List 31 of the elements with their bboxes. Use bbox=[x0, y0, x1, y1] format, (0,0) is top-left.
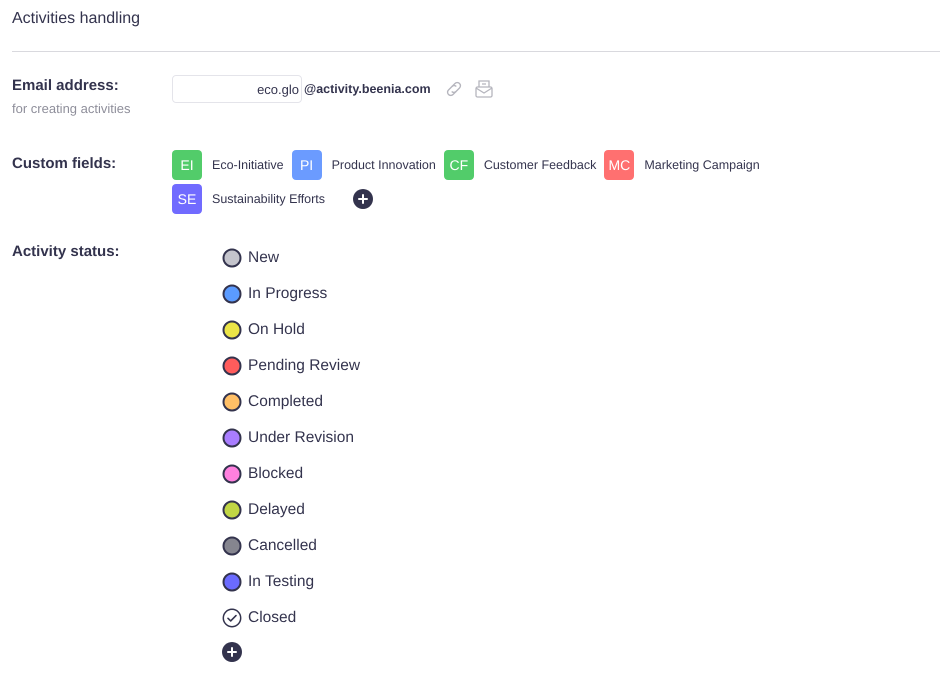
status-name[interactable]: New bbox=[248, 249, 280, 267]
status-name[interactable]: Delayed bbox=[248, 501, 305, 519]
status-name[interactable]: On Hold bbox=[248, 321, 305, 339]
field-initials-badge: PI bbox=[292, 150, 322, 180]
add-status-button[interactable] bbox=[222, 642, 242, 662]
custom-field-name[interactable]: Sustainability Efforts bbox=[212, 192, 326, 206]
custom-field-name[interactable]: Customer Feedback bbox=[484, 158, 596, 172]
status-name[interactable]: Closed bbox=[248, 609, 296, 627]
custom-field-name[interactable]: Marketing Campaign bbox=[644, 158, 760, 172]
field-hint: for creating activities bbox=[12, 101, 132, 116]
status-name[interactable]: Under Revision bbox=[248, 429, 354, 447]
status-name[interactable]: Pending Review bbox=[248, 357, 360, 375]
custom-field-name[interactable]: Eco-Initiative bbox=[212, 158, 284, 172]
email-domain: @activity.beenia.com bbox=[304, 82, 431, 96]
status-name[interactable]: Cancelled bbox=[248, 537, 317, 555]
check-circle-icon bbox=[222, 608, 242, 628]
field-label: Email address: bbox=[12, 76, 120, 96]
email-input-field[interactable]: eco.glo bbox=[172, 75, 302, 103]
status-name[interactable]: In Progress bbox=[248, 285, 328, 303]
field-initials-badge: SE bbox=[172, 184, 202, 214]
status-name[interactable]: In Testing bbox=[248, 573, 314, 591]
field-initials-badge: CF bbox=[444, 150, 474, 180]
field-label: Custom fields: bbox=[12, 154, 118, 174]
page-title: Activities handling bbox=[12, 9, 142, 29]
field-initials-badge: MC bbox=[604, 150, 634, 180]
add-field-button[interactable] bbox=[353, 189, 374, 209]
custom-field-name[interactable]: Product Innovation bbox=[332, 158, 436, 172]
field-label: Activity status: bbox=[12, 242, 121, 262]
field-initials-badge: EI bbox=[172, 150, 202, 180]
status-name[interactable]: Completed bbox=[248, 393, 323, 411]
status-name[interactable]: Blocked bbox=[248, 465, 304, 483]
